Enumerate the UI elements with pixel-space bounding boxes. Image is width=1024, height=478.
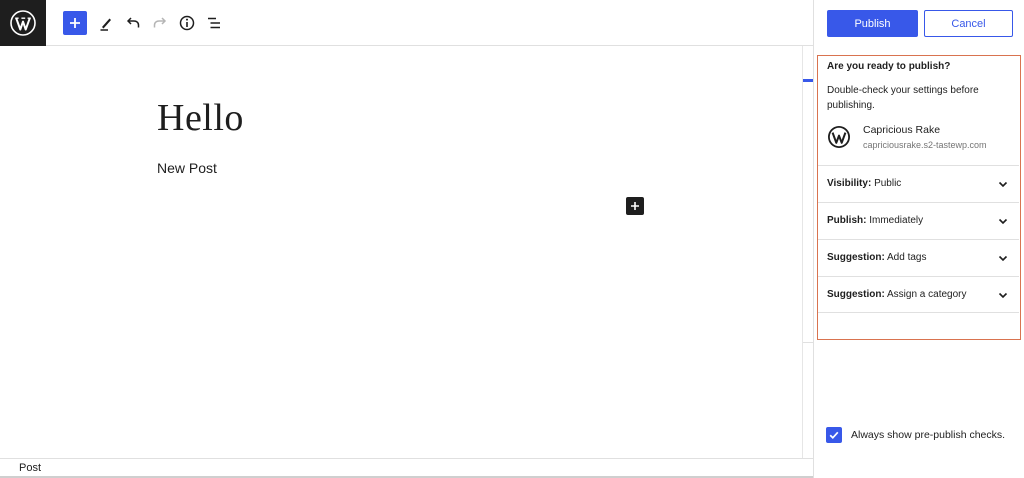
row-value: Add tags [887,252,927,263]
plus-icon [70,18,80,28]
always-show-label[interactable]: Always show pre-publish checks. [851,429,1005,441]
canvas-divider [802,46,803,458]
site-icon [827,125,851,149]
tools-button[interactable] [94,11,118,35]
row-value: Public [874,178,902,189]
publish-date-row[interactable]: Publish: Immediately [818,202,1019,239]
always-show-checkbox[interactable] [826,427,842,443]
editor-canvas[interactable]: Hello New Post [0,46,813,458]
info-icon [179,15,195,31]
active-tab-indicator [803,79,813,82]
add-block-button[interactable] [63,11,87,35]
chevron-down-icon [998,181,1008,188]
wordpress-logo-icon[interactable] [0,0,46,46]
list-view-button[interactable] [202,11,226,35]
row-key: Visibility: [827,178,872,189]
checkmark-icon [829,431,839,440]
row-value: Assign a category [887,289,967,300]
post-title[interactable]: Hello [157,96,244,140]
site-url: capriciousrake.s2-tastewp.com [863,140,987,150]
redo-icon [153,17,167,28]
editor-footer: Post [0,458,813,478]
paragraph-block[interactable]: New Post [157,160,217,176]
prepublish-heading: Are you ready to publish? [827,61,951,72]
prepublish-description: Double-check your settings before publis… [827,85,979,111]
block-inserter-button[interactable] [626,197,644,215]
chevron-down-icon [998,255,1008,262]
chevron-down-icon [998,292,1008,299]
list-view-icon [208,17,220,29]
publish-sidebar: Publish Cancel Are you ready to publish?… [813,0,1024,478]
suggestion-tags-row[interactable]: Suggestion: Add tags [818,239,1019,276]
editor-header [0,0,813,46]
row-divider [818,312,1019,313]
cancel-button[interactable]: Cancel [924,10,1013,37]
prepublish-panel: Are you ready to publish? Double-check y… [817,55,1021,340]
row-key: Suggestion: [827,289,885,300]
plus-icon [631,202,639,210]
redo-button[interactable] [148,11,172,35]
undo-button[interactable] [121,11,145,35]
details-button[interactable] [175,11,199,35]
visibility-row[interactable]: Visibility: Public [818,165,1019,202]
row-value: Immediately [869,215,924,226]
chevron-down-icon [998,218,1008,225]
breadcrumb-post[interactable]: Post [19,462,41,474]
undo-icon [126,17,140,28]
publish-button[interactable]: Publish [827,10,918,37]
canvas-divider-tick [803,342,813,343]
suggestion-category-row[interactable]: Suggestion: Assign a category [818,276,1019,313]
site-name: Capricious Rake [863,124,941,136]
row-key: Publish: [827,215,867,226]
pencil-icon [100,18,111,31]
row-key: Suggestion: [827,252,885,263]
